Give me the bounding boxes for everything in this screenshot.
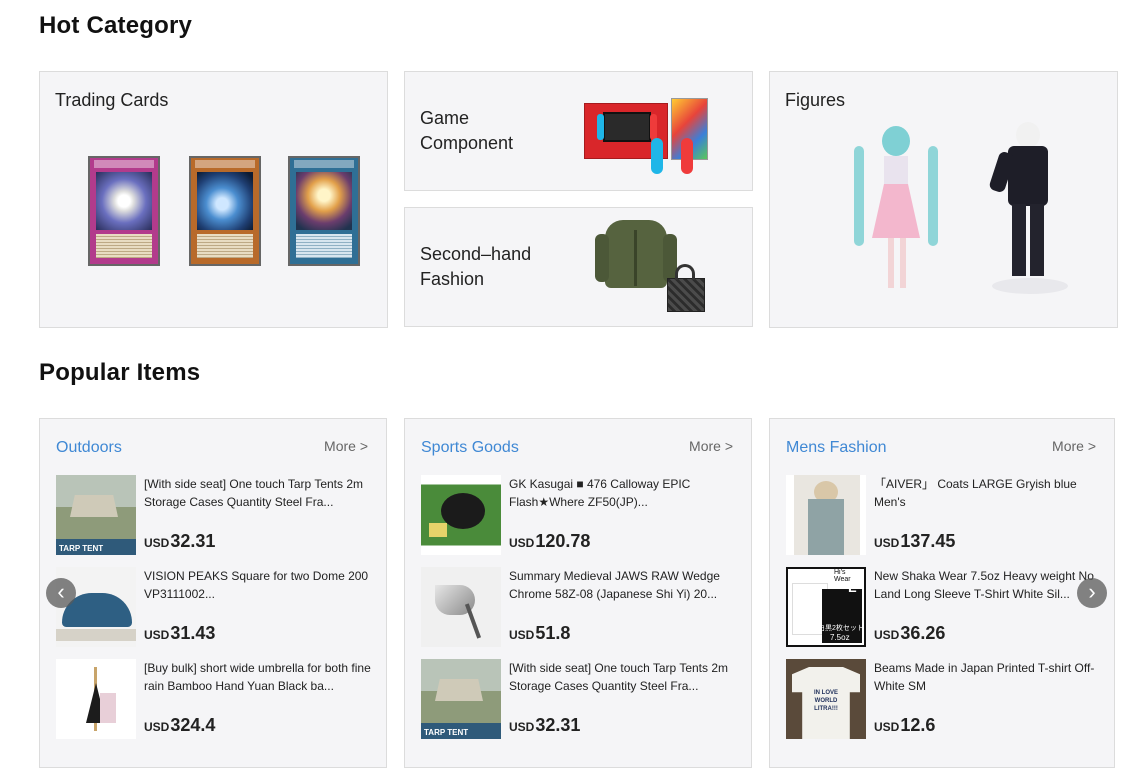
item-title: Beams Made in Japan Printed T-shirt Off-…: [874, 661, 1095, 693]
product-thumbnail: [421, 567, 501, 647]
item-price: USD324.4: [144, 715, 216, 735]
carousel-next-button[interactable]: ›: [1077, 578, 1107, 608]
item-title: Summary Medieval JAWS RAW Wedge Chrome 5…: [509, 569, 720, 601]
item-price: USD32.31: [509, 715, 581, 735]
item-title: New Shaka Wear 7.5oz Heavy weight No Lan…: [874, 569, 1094, 601]
section-title[interactable]: Sports Goods: [421, 439, 519, 457]
handbag-handle: [675, 264, 695, 280]
list-item[interactable]: Summary Medieval JAWS RAW Wedge Chrome 5…: [421, 567, 741, 647]
item-title: [With side seat] One touch Tarp Tents 2m…: [144, 477, 363, 509]
section-title[interactable]: Mens Fashion: [786, 439, 887, 457]
joycon-image: [681, 138, 693, 174]
item-title: VISION PEAKS Square for two Dome 200 VP3…: [144, 569, 369, 601]
category-figures[interactable]: Figures: [769, 71, 1118, 328]
popular-items-heading: Popular Items: [39, 359, 201, 386]
weight-tag: 7.5oz: [830, 633, 850, 642]
category-label: Second–hand Fashion: [420, 244, 532, 289]
section-title[interactable]: Outdoors: [56, 439, 122, 457]
product-thumbnail: IN LOVE WORLD LITRA!!!: [786, 659, 866, 739]
item-price: USD120.78: [509, 531, 591, 551]
hot-category-heading: Hot Category: [39, 12, 193, 39]
item-title: [With side seat] One touch Tarp Tents 2m…: [509, 661, 728, 693]
shirt-print: IN LOVE WORLD LITRA!!!: [813, 690, 838, 712]
category-label: Figures: [785, 90, 846, 110]
jacket-image: [595, 220, 677, 288]
category-second-hand-fashion[interactable]: Second–hand Fashion: [404, 207, 753, 327]
category-label: Trading Cards: [55, 90, 169, 110]
item-price: USD31.43: [144, 623, 216, 643]
item-title: [Buy bulk] short wide umbrella for both …: [144, 661, 371, 693]
more-link[interactable]: More >: [689, 438, 733, 454]
list-item[interactable]: L Hi's Wear 白黒2枚セット 7.5oz New Shaka Wear…: [786, 567, 1106, 647]
chevron-left-icon: ‹: [57, 579, 65, 604]
product-thumbnail: [56, 659, 136, 739]
trading-card-image: [288, 156, 360, 266]
item-price: USD12.6: [874, 715, 936, 735]
product-thumbnail: L Hi's Wear 白黒2枚セット 7.5oz: [786, 567, 866, 647]
item-price: USD32.31: [144, 531, 216, 551]
thumbnail-caption: TARP TENT: [59, 544, 104, 553]
item-title: 「AIVER」 Coats LARGE Gryish blue Men's: [874, 477, 1077, 509]
list-item[interactable]: GK Kasugai ■ 476 Calloway EPIC Flash★Whe…: [421, 475, 741, 555]
item-price: USD51.8: [509, 623, 571, 643]
section-outdoors: Outdoors More > TARP TENT [With side sea…: [39, 418, 387, 768]
gojo-figure-image: [986, 122, 1072, 298]
list-item[interactable]: TARP TENT [With side seat] One touch Tar…: [56, 475, 376, 555]
chevron-right-icon: ›: [1088, 579, 1096, 604]
product-thumbnail: TARP TENT: [56, 475, 136, 555]
more-link[interactable]: More >: [1052, 438, 1096, 454]
more-link[interactable]: More >: [324, 438, 368, 454]
brand-tag: Hi's Wear: [832, 569, 864, 583]
category-label: Game Component: [420, 108, 514, 153]
trading-card-image: [189, 156, 261, 266]
section-sports-goods: Sports Goods More > GK Kasugai ■ 476 Cal…: [404, 418, 752, 768]
set-tag: 白黒2枚セット: [818, 625, 864, 632]
item-price: USD36.26: [874, 623, 946, 643]
product-thumbnail: [421, 475, 501, 555]
product-thumbnail: TARP TENT: [421, 659, 501, 739]
category-trading-cards[interactable]: Trading Cards: [39, 71, 388, 328]
category-game-component[interactable]: Game Component: [404, 71, 753, 191]
section-mens-fashion: Mens Fashion More > 「AIVER」 Coats LARGE …: [769, 418, 1115, 768]
trading-card-image: [88, 156, 160, 266]
list-item[interactable]: [Buy bulk] short wide umbrella for both …: [56, 659, 376, 739]
item-title: GK Kasugai ■ 476 Calloway EPIC Flash★Whe…: [509, 477, 691, 509]
miku-figure-image: [846, 126, 946, 292]
product-thumbnail: [786, 475, 866, 555]
joycon-image: [651, 138, 663, 174]
carousel-prev-button[interactable]: ‹: [46, 578, 76, 608]
list-item[interactable]: TARP TENT [With side seat] One touch Tar…: [421, 659, 741, 739]
list-item[interactable]: IN LOVE WORLD LITRA!!! Beams Made in Jap…: [786, 659, 1106, 739]
item-price: USD137.45: [874, 531, 956, 551]
handbag-image: [667, 278, 705, 312]
list-item[interactable]: VISION PEAKS Square for two Dome 200 VP3…: [56, 567, 376, 647]
thumbnail-caption: TARP TENT: [424, 728, 469, 737]
list-item[interactable]: 「AIVER」 Coats LARGE Gryish blue Men's US…: [786, 475, 1106, 555]
